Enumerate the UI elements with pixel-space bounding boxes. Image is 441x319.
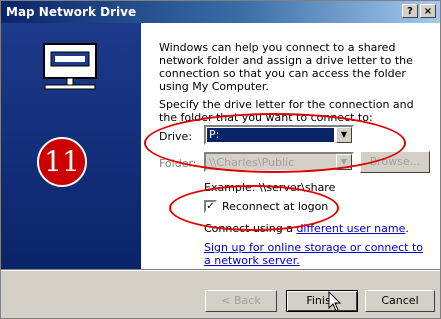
connect-using-line: Connect using a different user name. — [204, 222, 409, 235]
back-button[interactable]: < Back — [205, 290, 277, 312]
cancel-button[interactable]: Cancel — [365, 290, 435, 312]
folder-label: Folder: — [159, 157, 197, 170]
wizard-side-panel: 11 — [1, 23, 141, 269]
specify-text: Specify the drive letter for the connect… — [159, 98, 414, 124]
chevron-down-icon[interactable]: ▼ — [336, 154, 352, 170]
signup-link[interactable]: Sign up for online storage or connect to… — [204, 241, 429, 267]
network-drive-icon — [43, 43, 97, 90]
button-separator — [1, 269, 440, 271]
chevron-down-icon[interactable]: ▼ — [336, 127, 352, 143]
example-text: Example: \\server\share — [204, 181, 336, 194]
different-user-link[interactable]: different user name — [296, 222, 405, 235]
drive-select[interactable]: P: ▼ — [204, 125, 354, 145]
mouse-cursor-icon — [328, 291, 342, 312]
finish-button[interactable]: Finish — [286, 290, 358, 312]
close-button[interactable]: × — [420, 4, 436, 18]
dialog-content: 11 Windows can help you connect to a sha… — [1, 23, 440, 269]
intro-text: Windows can help you connect to a shared… — [159, 41, 413, 93]
map-network-drive-dialog: Map Network Drive ? × 11 Windows can hel… — [0, 0, 441, 319]
drive-label: Drive: — [159, 130, 193, 143]
browse-button[interactable]: Browse... — [360, 151, 430, 173]
step-number-badge: 11 — [37, 137, 87, 187]
folder-combo[interactable]: \\Charles\Public ▼ — [204, 152, 354, 172]
title-bar[interactable]: Map Network Drive ? × — [1, 1, 440, 23]
drive-select-value: P: — [207, 128, 334, 142]
connect-using-prefix: Connect using a — [204, 222, 297, 235]
folder-combo-value: \\Charles\Public — [209, 156, 295, 169]
reconnect-label[interactable]: Reconnect at logon — [222, 200, 328, 213]
help-button[interactable]: ? — [402, 4, 418, 18]
window-title: Map Network Drive — [6, 5, 137, 19]
connect-using-suffix: . — [405, 222, 409, 235]
reconnect-checkbox[interactable]: ✓ — [204, 200, 217, 213]
